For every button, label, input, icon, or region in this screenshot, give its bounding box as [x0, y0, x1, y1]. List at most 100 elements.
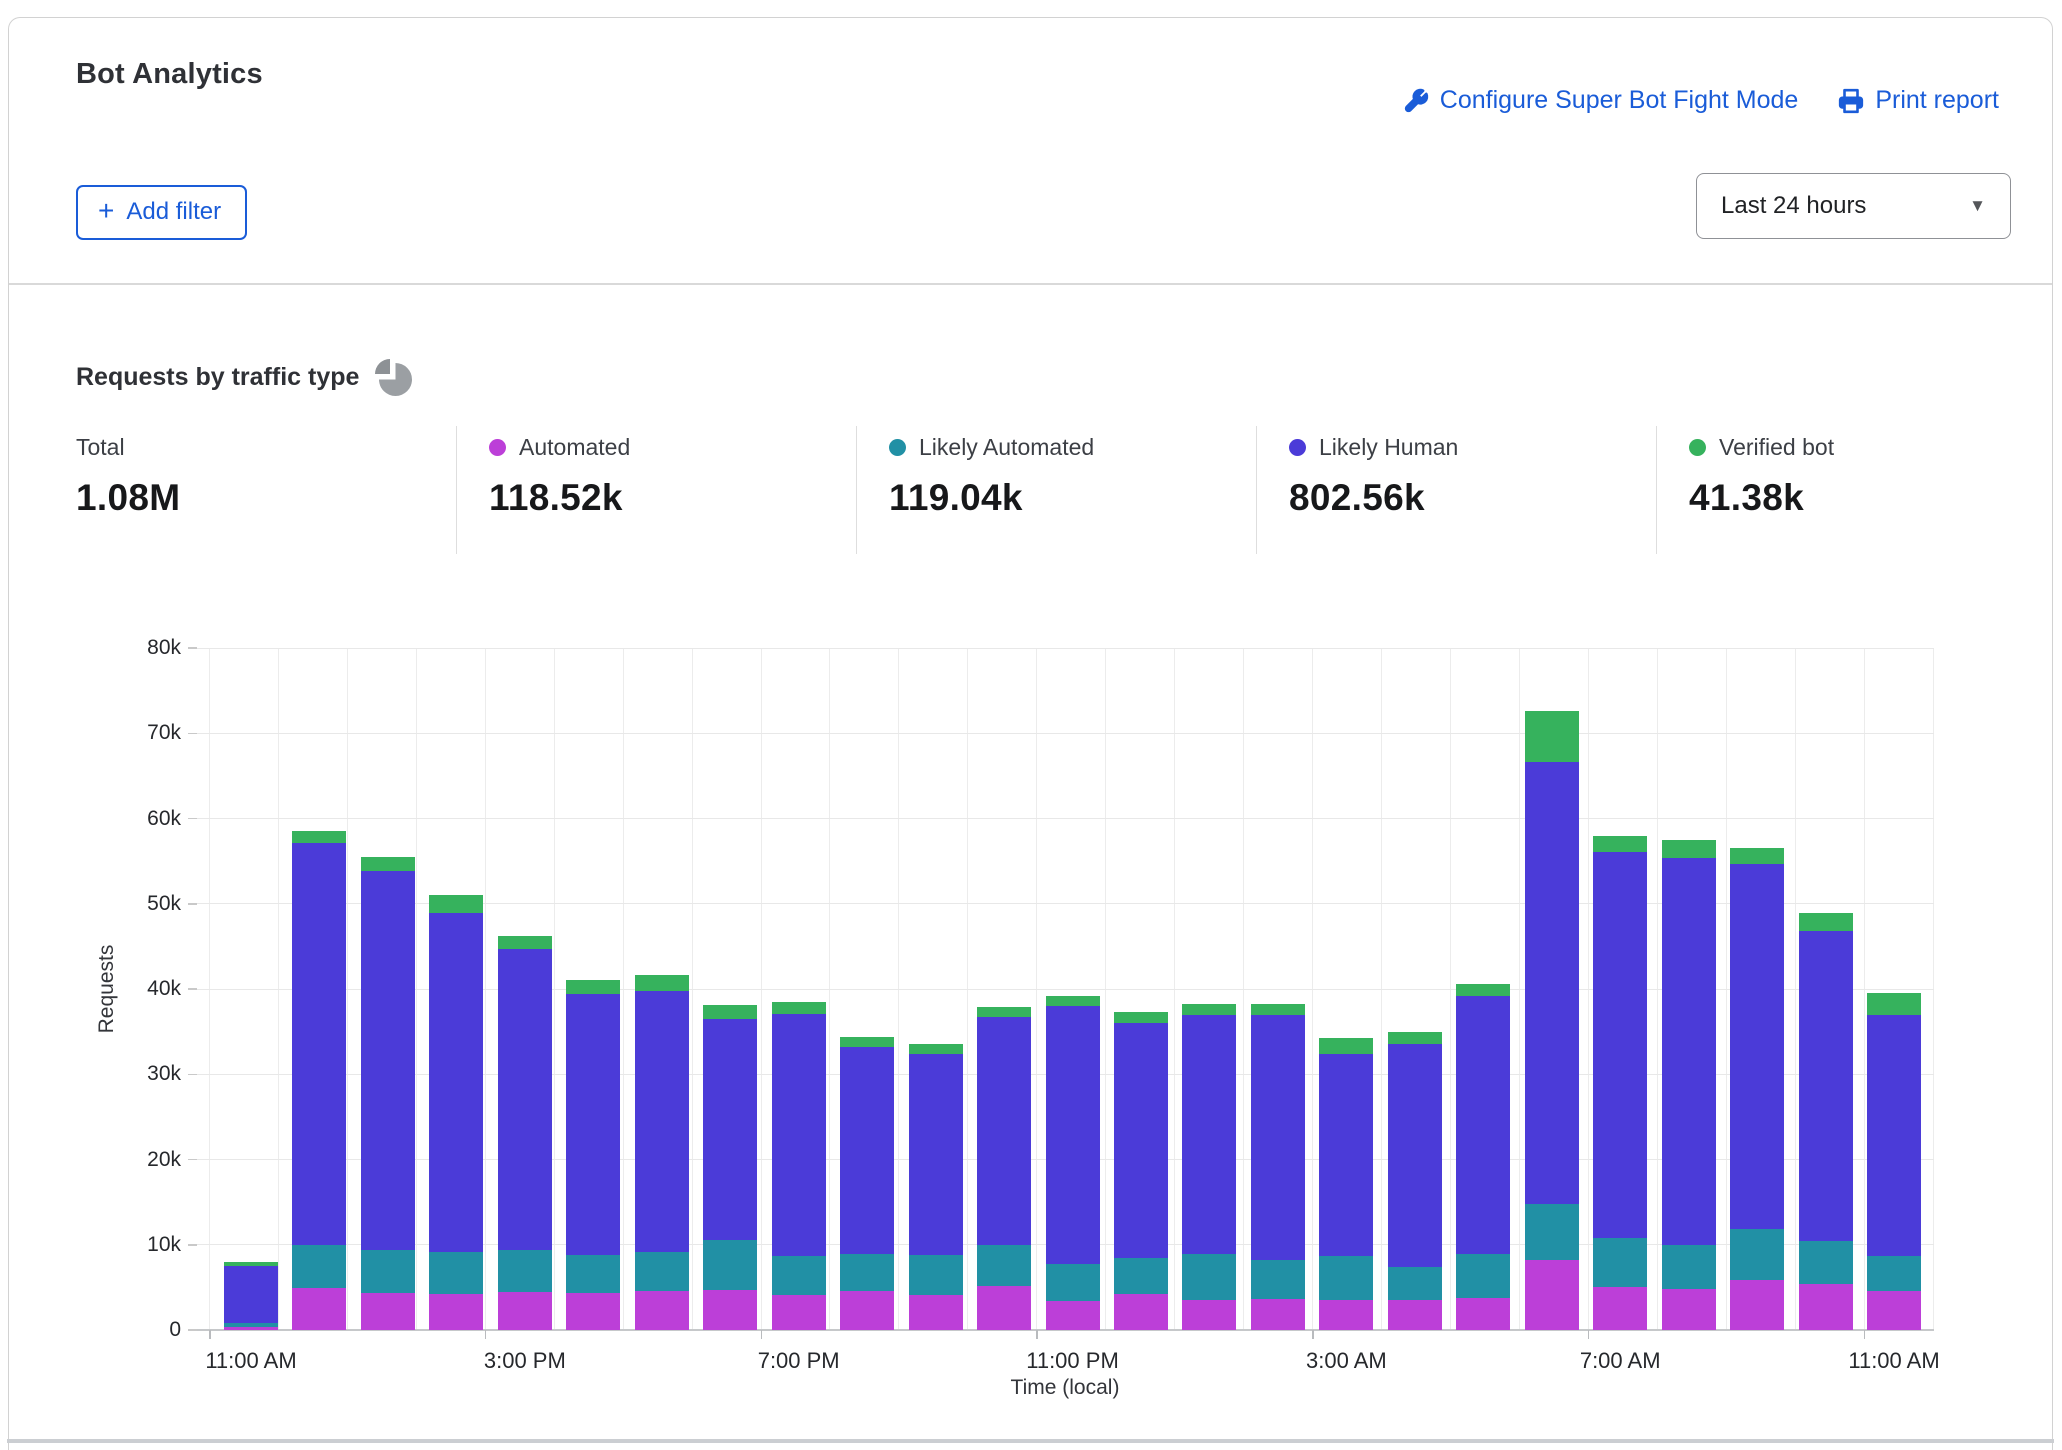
- bar-2-1-00-pm[interactable]: [361, 857, 415, 1330]
- stat-value: 802.56k: [1289, 477, 1458, 519]
- stat-divider: [856, 426, 857, 554]
- bar-7-6-00-pm[interactable]: [703, 1005, 757, 1330]
- bar-1-12-00-pm[interactable]: [292, 831, 346, 1330]
- y-tick: [188, 903, 197, 905]
- automated-segment: [1867, 1291, 1921, 1330]
- bar-9-8-00-pm[interactable]: [840, 1037, 894, 1330]
- likely_human-segment: [703, 1019, 757, 1240]
- add-filter-button[interactable]: + Add filter: [76, 185, 247, 240]
- bar-24-11-00-am[interactable]: [1867, 993, 1921, 1330]
- likely_human-segment: [1593, 852, 1647, 1238]
- automated-segment: [909, 1295, 963, 1330]
- likely-automated-legend-dot: [889, 439, 906, 456]
- likely_automated-segment: [1456, 1254, 1510, 1298]
- x-tick: [485, 1330, 487, 1339]
- section-title: Requests by traffic type: [76, 363, 359, 392]
- automated-segment: [429, 1294, 483, 1330]
- stat-automated: Automated 118.52k: [489, 431, 630, 519]
- bar-4-3-00-pm[interactable]: [498, 936, 552, 1330]
- x-axis-title: Time (local): [995, 1376, 1135, 1400]
- likely_human-segment: [1388, 1044, 1442, 1267]
- verified_bot-segment: [977, 1007, 1031, 1017]
- plot-area: 11:00 AM3:00 PM7:00 PM11:00 PM3:00 AM7:0…: [197, 648, 1934, 1330]
- verified_bot-segment: [1593, 836, 1647, 852]
- configure-super-bot-fight-mode-link[interactable]: Configure Super Bot Fight Mode: [1403, 86, 1799, 115]
- likely_human-segment: [840, 1047, 894, 1254]
- verified_bot-segment: [1525, 711, 1579, 762]
- likely_automated-segment: [1593, 1238, 1647, 1287]
- bar-21-8-00-am[interactable]: [1662, 840, 1716, 1330]
- y-tick-label: 30k: [101, 1062, 181, 1086]
- likely_automated-segment: [1867, 1256, 1921, 1291]
- bar-12-11-00-pm[interactable]: [1046, 996, 1100, 1330]
- bar-16-3-00-am[interactable]: [1319, 1038, 1373, 1330]
- x-tick: [1036, 1330, 1038, 1339]
- bar-11-10-00-pm[interactable]: [977, 1007, 1031, 1330]
- verified_bot-segment: [772, 1002, 826, 1014]
- automated-segment: [1046, 1301, 1100, 1330]
- stat-label: Total: [76, 434, 125, 461]
- automated-segment: [1182, 1300, 1236, 1330]
- y-tick: [188, 1074, 197, 1076]
- stat-total: Total 1.08M: [76, 431, 180, 519]
- likely_human-segment: [1114, 1023, 1168, 1258]
- likely_human-segment: [635, 991, 689, 1253]
- bar-20-7-00-am[interactable]: [1593, 836, 1647, 1330]
- y-tick: [188, 818, 197, 820]
- bar-5-4-00-pm[interactable]: [566, 980, 620, 1330]
- automated-segment: [1730, 1280, 1784, 1330]
- verified_bot-segment: [1799, 913, 1853, 931]
- y-tick: [188, 1329, 197, 1331]
- y-tick: [188, 988, 197, 990]
- y-axis-labels: 010k20k30k40k50k60k70k80k: [9, 648, 181, 1330]
- y-tick-label: 10k: [101, 1233, 181, 1257]
- bar-15-2-00-am[interactable]: [1251, 1004, 1305, 1330]
- stat-label: Likely Human: [1319, 434, 1458, 461]
- likely_automated-segment: [1388, 1267, 1442, 1300]
- bar-18-5-00-am[interactable]: [1456, 984, 1510, 1330]
- likely-human-legend-dot: [1289, 439, 1306, 456]
- automated-segment: [566, 1293, 620, 1330]
- print-report-link[interactable]: Print report: [1838, 86, 1999, 115]
- verified_bot-segment: [1046, 996, 1100, 1006]
- bar-3-2-00-pm[interactable]: [429, 895, 483, 1330]
- bar-22-9-00-am[interactable]: [1730, 848, 1784, 1331]
- likely_human-segment: [1730, 864, 1784, 1229]
- likely_automated-segment: [1799, 1241, 1853, 1285]
- automated-segment: [498, 1292, 552, 1330]
- bar-6-5-00-pm[interactable]: [635, 975, 689, 1330]
- stat-likely-human: Likely Human 802.56k: [1289, 431, 1458, 519]
- bar-14-1-00-am[interactable]: [1182, 1004, 1236, 1330]
- automated-segment: [1662, 1289, 1716, 1330]
- likely_human-segment: [1799, 931, 1853, 1240]
- page-title: Bot Analytics: [76, 58, 263, 91]
- bar-23-10-00-am[interactable]: [1799, 913, 1853, 1330]
- bar-19-6-00-am[interactable]: [1525, 711, 1579, 1330]
- bottom-divider: [7, 1439, 2054, 1443]
- y-tick-label: 40k: [101, 977, 181, 1001]
- bar-8-7-00-pm[interactable]: [772, 1002, 826, 1330]
- x-tick: [209, 1330, 211, 1339]
- y-tick-label: 60k: [101, 807, 181, 831]
- automated-segment: [840, 1291, 894, 1330]
- automated-segment: [703, 1290, 757, 1330]
- bar-17-4-00-am[interactable]: [1388, 1032, 1442, 1330]
- pie-chart-icon: [374, 358, 412, 396]
- verified_bot-segment: [1730, 848, 1784, 864]
- likely_human-segment: [1046, 1006, 1100, 1264]
- x-tick-label: 11:00 AM: [1824, 1348, 1964, 1374]
- section-title-row: Requests by traffic type: [76, 358, 412, 396]
- h-gridline: [197, 648, 1934, 649]
- likely_human-segment: [1251, 1015, 1305, 1260]
- automated-segment: [1525, 1260, 1579, 1330]
- stat-label: Automated: [519, 434, 630, 461]
- time-range-select[interactable]: Last 24 hours ▼: [1696, 173, 2011, 239]
- automated-segment: [635, 1291, 689, 1330]
- bar-10-9-00-pm[interactable]: [909, 1044, 963, 1330]
- bar-13-12-00-am[interactable]: [1114, 1012, 1168, 1330]
- caret-down-icon: ▼: [1969, 196, 1986, 216]
- bar-0-11-00-am[interactable]: [224, 1262, 278, 1330]
- verified_bot-segment: [1114, 1012, 1168, 1023]
- likely_human-segment: [498, 949, 552, 1250]
- y-tick-label: 70k: [101, 721, 181, 745]
